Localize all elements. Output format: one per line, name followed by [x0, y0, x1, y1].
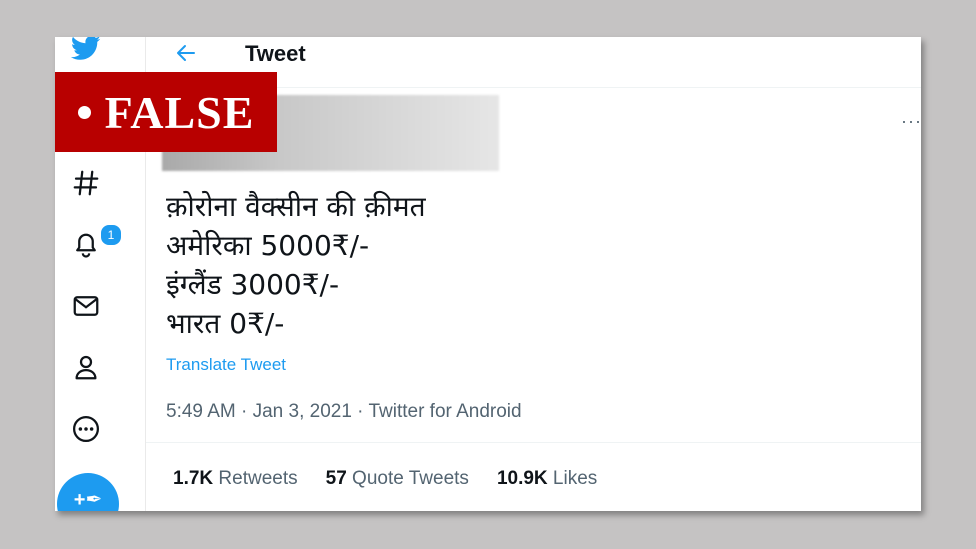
more-options-icon[interactable]: ···: [901, 111, 921, 132]
bell-icon[interactable]: 1: [69, 223, 123, 261]
quote-tweets-label: Quote Tweets: [352, 468, 469, 489]
divider: [146, 442, 921, 443]
tweet-line: भारत 0₹/-: [166, 307, 285, 340]
false-fact-check-label: FALSE: [55, 72, 277, 152]
retweets-label: Retweets: [218, 468, 298, 489]
more-circle-icon[interactable]: [69, 412, 103, 446]
quote-tweets-count: 57: [325, 468, 347, 489]
false-label-text: FALSE: [104, 86, 255, 138]
tweet-line: क़ोरोना वैक्सीन की क़ीमत: [166, 190, 426, 223]
likes-label: Likes: [552, 468, 598, 489]
tweet-line: इंग्लैंड 3000₹/-: [166, 268, 340, 301]
arrow-left-icon[interactable]: [172, 39, 200, 67]
compose-tweet-button[interactable]: +✒: [57, 473, 119, 511]
likes-stat[interactable]: 10.9K Likes: [497, 468, 597, 490]
retweets-stat[interactable]: 1.7K Retweets: [173, 468, 298, 490]
tweet-text: क़ोरोना वैक्सीन की क़ीमत अमेरिका 5000₹/-…: [166, 187, 426, 343]
translate-tweet-link[interactable]: Translate Tweet: [166, 355, 286, 375]
twitter-logo-icon[interactable]: [69, 37, 103, 65]
quote-tweets-stat[interactable]: 57 Quote Tweets: [326, 468, 469, 490]
retweets-count: 1.7K: [173, 468, 214, 489]
compose-tweet-icon: +✒: [73, 489, 103, 511]
tweet-line: अमेरिका 5000₹/-: [166, 229, 370, 262]
tweet-stats: 1.7K Retweets 57 Quote Tweets 10.9K Like…: [173, 468, 597, 490]
tweet-timestamp[interactable]: 5:49 AM · Jan 3, 2021 · Twitter for Andr…: [166, 401, 522, 423]
profile-icon[interactable]: [69, 350, 103, 384]
hashtag-icon[interactable]: [69, 166, 103, 200]
bullet-dot-icon: [77, 105, 91, 119]
likes-count: 10.9K: [496, 468, 548, 489]
mail-icon[interactable]: [69, 289, 103, 323]
notification-badge: 1: [99, 223, 123, 247]
page-title: Tweet: [245, 41, 306, 66]
